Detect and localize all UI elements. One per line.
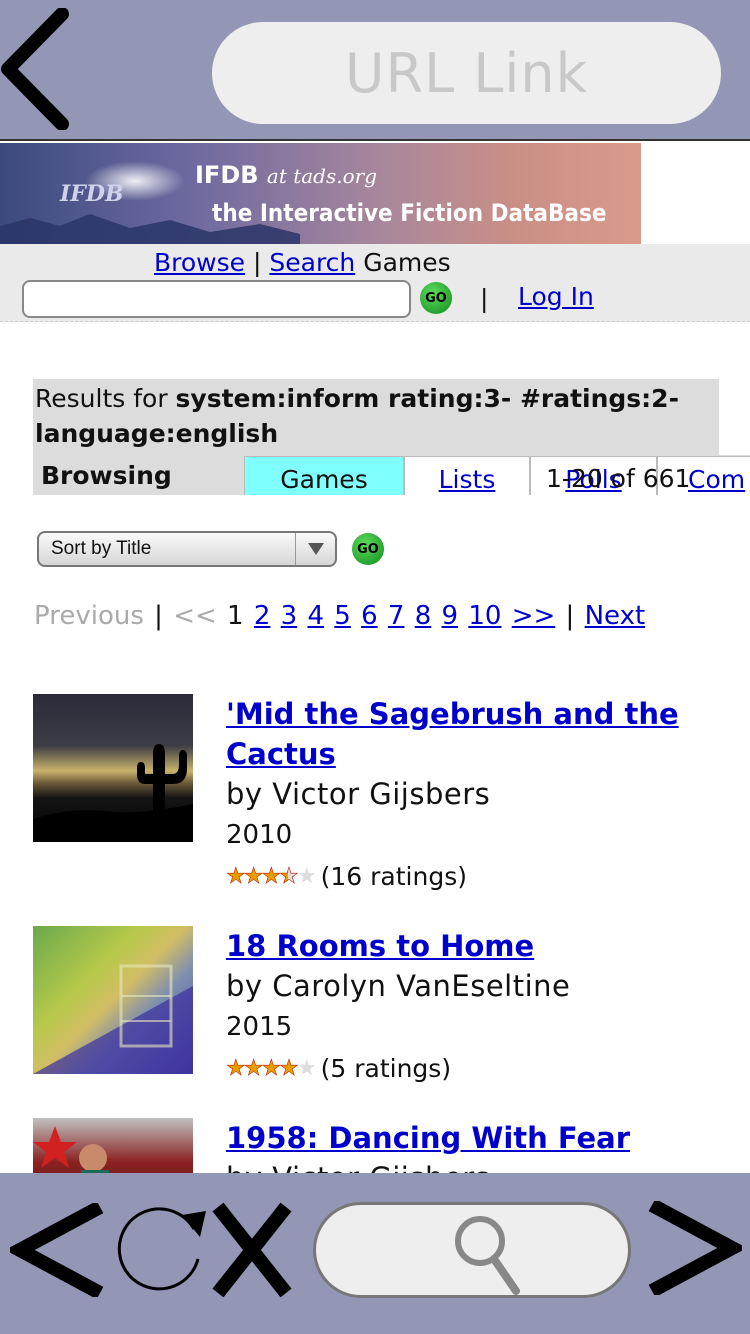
pager-page-2[interactable]: 2: [254, 601, 271, 631]
results-prefix: Results for: [35, 384, 176, 413]
game-info: 1958: Dancing With Fear by Victor Gijsbe…: [226, 1118, 706, 1173]
game-title-link[interactable]: 18 Rooms to Home: [226, 926, 706, 966]
search-icon: [455, 1216, 520, 1295]
pager-first: <<: [173, 601, 217, 631]
list-item: 18 Rooms to Home by Carolyn VanEseltine …: [33, 926, 733, 1116]
pager-page-7[interactable]: 7: [388, 601, 405, 631]
cover-art: [33, 964, 193, 1074]
game-author: by Victor Gijsbers: [226, 1158, 706, 1173]
login-link[interactable]: Log In: [518, 282, 594, 311]
banner-brand: IFDB: [195, 161, 259, 189]
pager-last[interactable]: >>: [512, 601, 556, 631]
game-author: by Victor Gijsbers: [226, 777, 491, 811]
list-item: 'Mid the Sagebrush and the Cactus by Vic…: [33, 694, 733, 891]
banner-domain: at tads.org: [266, 164, 378, 188]
pager-separator: |: [565, 601, 575, 631]
web-page: IFDB IFDB at tads.org the Interactive Fi…: [0, 143, 750, 1173]
reload-icon[interactable]: [112, 1199, 210, 1299]
chevron-left-icon[interactable]: [0, 8, 80, 130]
nav-separator: |: [252, 248, 262, 277]
browser-bottom-bar: [0, 1173, 750, 1334]
search-link[interactable]: Search: [269, 248, 355, 277]
game-ratings-count: (16 ratings): [320, 862, 467, 891]
nav-games-label: Games: [363, 248, 451, 277]
pager-page-4[interactable]: 4: [307, 601, 324, 631]
url-placeholder: URL Link: [345, 41, 588, 105]
search-go-button[interactable]: GO: [420, 282, 452, 314]
arrow-right-icon[interactable]: [646, 1201, 742, 1295]
bottom-search-button[interactable]: [313, 1202, 631, 1298]
url-bar[interactable]: URL Link: [212, 22, 721, 124]
sort-select[interactable]: Sort by Title: [37, 531, 337, 567]
sort-selected-value: Sort by Title: [51, 538, 152, 559]
browser-top-bar: URL Link: [0, 0, 750, 141]
star-rating-icon: ★★★★★: [226, 1056, 317, 1082]
game-info: 18 Rooms to Home by Carolyn VanEseltine …: [226, 926, 706, 1089]
chevron-down-icon: [295, 533, 335, 565]
list-item: 1958: Dancing With Fear by Victor Gijsbe…: [33, 1118, 733, 1173]
game-cover[interactable]: [33, 926, 193, 1074]
pager-current: 1: [227, 601, 244, 631]
pager-page-10[interactable]: 10: [468, 601, 501, 631]
game-cover[interactable]: [33, 694, 193, 842]
arrow-left-icon[interactable]: [10, 1203, 106, 1297]
pagination: Previous | << 1 2 3 4 5 6 7 8 9 10 >> | …: [34, 601, 645, 631]
game-cover[interactable]: [33, 1118, 193, 1173]
results-count: 1-20 of 661: [546, 464, 691, 493]
browse-link[interactable]: Browse: [154, 248, 245, 277]
banner-line1: IFDB at tads.org: [195, 161, 377, 189]
game-year: 2010: [226, 820, 293, 850]
game-title-link[interactable]: 'Mid the Sagebrush and the Cactus: [226, 694, 706, 774]
cover-art: [33, 1126, 109, 1173]
browse-tabs: Browsing Games Lists Polls Com 1-20 of 6…: [33, 455, 750, 495]
pager-page-9[interactable]: 9: [442, 601, 459, 631]
game-year: 2015: [226, 1012, 293, 1042]
game-title-link[interactable]: 1958: Dancing With Fear: [226, 1118, 706, 1158]
tab-games[interactable]: Games: [244, 456, 404, 495]
game-author: by Carolyn VanEseltine: [226, 969, 571, 1003]
login-separator: |: [480, 284, 489, 313]
pager-previous: Previous: [34, 601, 144, 631]
sort-go-button[interactable]: GO: [352, 533, 384, 565]
pager-page-6[interactable]: 6: [361, 601, 378, 631]
pager-page-8[interactable]: 8: [415, 601, 432, 631]
results-heading: Results for system:inform rating:3- #rat…: [33, 379, 719, 455]
pager-page-5[interactable]: 5: [334, 601, 351, 631]
cactus-silhouette-icon: [33, 744, 193, 842]
game-ratings-count: (5 ratings): [320, 1054, 452, 1083]
banner-mountains: [0, 214, 300, 244]
star-rating-icon: ★★★★★: [226, 864, 317, 890]
game-info: 'Mid the Sagebrush and the Cactus by Vic…: [226, 694, 706, 897]
tab-lists[interactable]: Lists: [404, 456, 530, 495]
close-icon[interactable]: [212, 1201, 292, 1299]
nav-links: Browse | Search Games: [154, 248, 451, 277]
search-input[interactable]: [22, 280, 411, 318]
ifdb-banner[interactable]: IFDB IFDB at tads.org the Interactive Fi…: [0, 143, 641, 244]
game-rating: ★★★★★ (5 ratings): [226, 1048, 706, 1089]
game-rating: ★★★★★ (16 ratings): [226, 856, 706, 897]
search-strip: Browse | Search Games GO | Log In: [0, 244, 750, 322]
browsing-label: Browsing: [41, 461, 172, 490]
pager-page-3[interactable]: 3: [281, 601, 298, 631]
pager-separator: |: [154, 601, 163, 631]
pager-next[interactable]: Next: [585, 601, 646, 631]
